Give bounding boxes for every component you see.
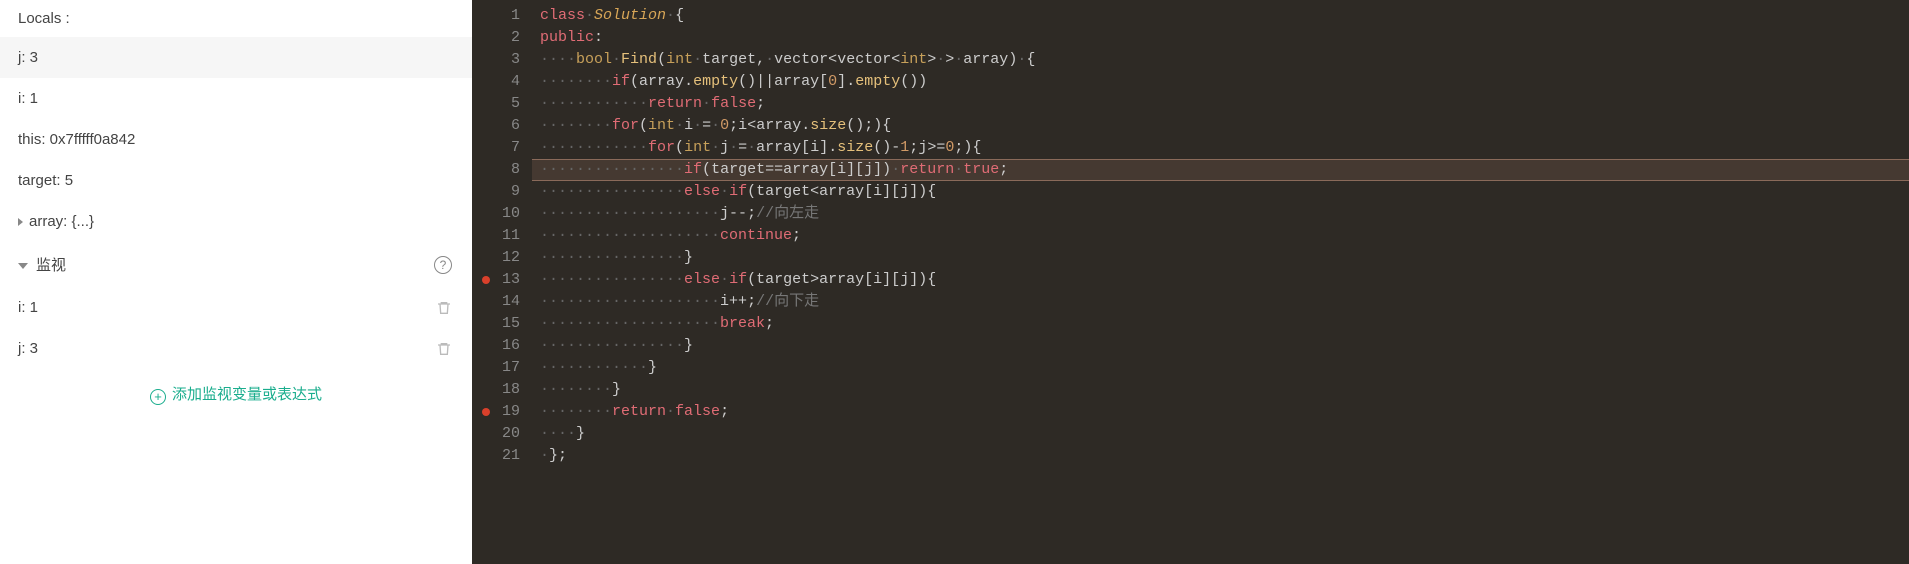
code-line[interactable]: ····················i++;//向下走 bbox=[532, 291, 1909, 313]
line-number[interactable]: 14 bbox=[472, 291, 532, 313]
code-line[interactable]: ········} bbox=[532, 379, 1909, 401]
code-line[interactable]: ················else·if(target<array[i][… bbox=[532, 181, 1909, 203]
code-line[interactable]: ····bool·Find(int·target,·vector<vector<… bbox=[532, 49, 1909, 71]
trash-icon[interactable] bbox=[436, 300, 452, 316]
line-number[interactable]: 10 bbox=[472, 203, 532, 225]
code-editor[interactable]: 123456789101112131415161718192021 class·… bbox=[472, 0, 1909, 564]
line-number[interactable]: 1 bbox=[472, 5, 532, 27]
code-line[interactable]: ················if(target==array[i][j])·… bbox=[532, 159, 1909, 181]
locals-item-label: i: 1 bbox=[18, 90, 38, 107]
code-line[interactable]: public: bbox=[532, 27, 1909, 49]
add-watch-button[interactable]: +添加监视变量或表达式 bbox=[0, 369, 472, 419]
watch-item-label: j: 3 bbox=[18, 340, 38, 357]
watch-item[interactable]: i: 1 bbox=[0, 287, 472, 328]
locals-item-label: this: 0x7fffff0a842 bbox=[18, 131, 135, 148]
locals-item[interactable]: this: 0x7fffff0a842 bbox=[0, 119, 472, 160]
line-number[interactable]: 9 bbox=[472, 181, 532, 203]
line-number[interactable]: 2 bbox=[472, 27, 532, 49]
line-number[interactable]: 16 bbox=[472, 335, 532, 357]
triangle-down-icon bbox=[18, 263, 28, 269]
code-line[interactable]: ····················continue; bbox=[532, 225, 1909, 247]
help-icon[interactable]: ? bbox=[434, 256, 452, 274]
code-line[interactable]: ············} bbox=[532, 357, 1909, 379]
line-number[interactable]: 13 bbox=[472, 269, 532, 291]
code-line[interactable]: ············return·false; bbox=[532, 93, 1909, 115]
code-line[interactable]: ····················j--;//向左走 bbox=[532, 203, 1909, 225]
line-number[interactable]: 11 bbox=[472, 225, 532, 247]
editor-code-area[interactable]: class·Solution·{public:····bool·Find(int… bbox=[532, 0, 1909, 564]
locals-item-label: target: 5 bbox=[18, 172, 73, 189]
line-number[interactable]: 17 bbox=[472, 357, 532, 379]
code-line[interactable]: class·Solution·{ bbox=[532, 5, 1909, 27]
locals-item[interactable]: i: 1 bbox=[0, 78, 472, 119]
locals-item[interactable]: target: 5 bbox=[0, 160, 472, 201]
editor-gutter[interactable]: 123456789101112131415161718192021 bbox=[472, 0, 532, 564]
locals-header: Locals : bbox=[0, 0, 472, 37]
line-number[interactable]: 7 bbox=[472, 137, 532, 159]
code-line[interactable]: ····················break; bbox=[532, 313, 1909, 335]
line-number[interactable]: 21 bbox=[472, 445, 532, 467]
plus-circle-icon: + bbox=[150, 389, 166, 405]
code-line[interactable]: ················else·if(target>array[i][… bbox=[532, 269, 1909, 291]
line-number[interactable]: 8 bbox=[472, 159, 532, 181]
code-line[interactable]: ········return·false; bbox=[532, 401, 1909, 423]
line-number[interactable]: 19 bbox=[472, 401, 532, 423]
trash-icon[interactable] bbox=[436, 341, 452, 357]
debug-sidebar: Locals : j: 3 i: 1 this: 0x7fffff0a842 t… bbox=[0, 0, 472, 564]
code-line[interactable]: ········if(array.empty()||array[0].empty… bbox=[532, 71, 1909, 93]
locals-item[interactable]: array: {...} bbox=[0, 201, 472, 242]
watch-item-label: i: 1 bbox=[18, 299, 38, 316]
locals-item-expand: array: {...} bbox=[18, 213, 94, 230]
line-number[interactable]: 3 bbox=[472, 49, 532, 71]
code-line[interactable]: ············for(int·j·=·array[i].size()-… bbox=[532, 137, 1909, 159]
watch-header[interactable]: 监视 ? bbox=[0, 242, 472, 287]
locals-item-label: j: 3 bbox=[18, 49, 38, 66]
locals-item[interactable]: j: 3 bbox=[0, 37, 472, 78]
line-number[interactable]: 15 bbox=[472, 313, 532, 335]
watch-item[interactable]: j: 3 bbox=[0, 328, 472, 369]
code-line[interactable]: ········for(int·i·=·0;i<array.size();){ bbox=[532, 115, 1909, 137]
code-line[interactable]: ····} bbox=[532, 423, 1909, 445]
code-line[interactable]: ················} bbox=[532, 335, 1909, 357]
watch-header-label: 监视 bbox=[18, 254, 66, 275]
code-line[interactable]: ·}; bbox=[532, 445, 1909, 467]
line-number[interactable]: 5 bbox=[472, 93, 532, 115]
line-number[interactable]: 4 bbox=[472, 71, 532, 93]
triangle-right-icon bbox=[18, 218, 23, 226]
line-number[interactable]: 20 bbox=[472, 423, 532, 445]
line-number[interactable]: 18 bbox=[472, 379, 532, 401]
code-line[interactable]: ················} bbox=[532, 247, 1909, 269]
line-number[interactable]: 12 bbox=[472, 247, 532, 269]
line-number[interactable]: 6 bbox=[472, 115, 532, 137]
